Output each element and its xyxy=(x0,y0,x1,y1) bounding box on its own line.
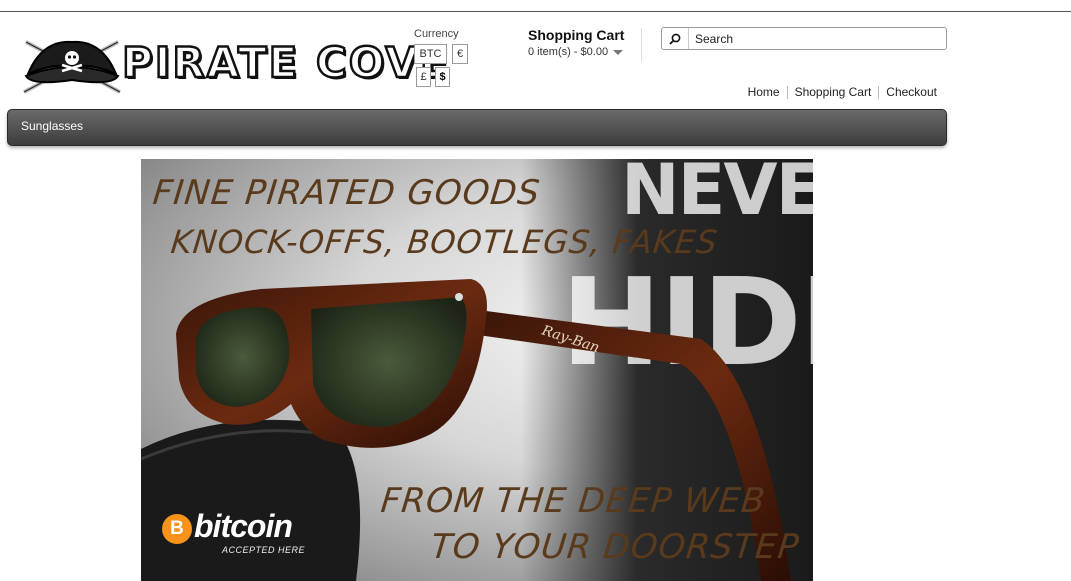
pirate-hat-skull-icon xyxy=(23,40,121,94)
bitcoin-accepted-badge: B bitcoin ACCEPTED HERE xyxy=(162,508,312,561)
chevron-down-icon xyxy=(613,50,624,55)
banner-line-4: TO YOUR DOORSTEP xyxy=(428,527,802,567)
currency-label: Currency xyxy=(414,28,459,40)
currency-btc-button[interactable]: BTC xyxy=(414,44,447,64)
cart-summary-text: 0 item(s) - $0.00 xyxy=(528,46,609,58)
header-links: Home Shopping Cart Checkout xyxy=(741,85,937,99)
search-input[interactable] xyxy=(689,28,939,49)
currency-pound-button[interactable]: £ xyxy=(416,67,431,87)
nav-item-sunglasses[interactable]: Sunglasses xyxy=(8,119,96,133)
bitcoin-icon: B xyxy=(162,514,192,544)
banner-line-2: KNOCK-OFFS, BOOTLEGS, FAKES xyxy=(169,223,720,261)
link-home[interactable]: Home xyxy=(741,85,787,99)
bitcoin-accepted-text: ACCEPTED HERE xyxy=(222,545,306,555)
currency-dollar-button[interactable]: $ xyxy=(435,67,450,87)
search-button[interactable] xyxy=(662,28,689,49)
promo-banner[interactable]: NEVER HIDE Ray-Ban FINE PIRATED GOODS KN… xyxy=(141,159,813,581)
link-checkout[interactable]: Checkout xyxy=(879,85,937,99)
logo-text: PIRATE COVE xyxy=(121,37,451,89)
bitcoin-word: bitcoin xyxy=(194,508,293,544)
banner-line-1: FINE PIRATED GOODS xyxy=(150,173,543,213)
shopping-cart-widget[interactable]: Shopping Cart 0 item(s) - $0.00 xyxy=(528,27,624,58)
top-border xyxy=(0,11,1071,12)
link-shopping-cart[interactable]: Shopping Cart xyxy=(788,85,879,99)
currency-euro-button[interactable]: € xyxy=(452,44,468,64)
banner-line-3: FROM THE DEEP WEB xyxy=(378,481,768,521)
search-box xyxy=(661,27,947,50)
cart-summary[interactable]: 0 item(s) - $0.00 xyxy=(528,46,624,58)
header-divider xyxy=(641,28,642,62)
search-icon xyxy=(669,33,681,45)
currency-selector: Currency xyxy=(414,28,459,43)
cart-title: Shopping Cart xyxy=(528,27,625,43)
site-logo[interactable]: PIRATE COVE xyxy=(22,34,450,96)
category-nav-bar: Sunglasses xyxy=(7,109,947,146)
